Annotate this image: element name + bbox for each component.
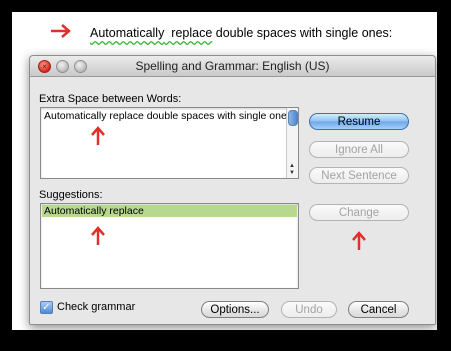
suggestions-list[interactable]: Automatically replace (40, 203, 299, 289)
up-arrow-annotation-icon (91, 226, 105, 245)
title-bar: × Spelling and Grammar: English (US) (30, 56, 435, 77)
issue-label: Extra Space between Words: (39, 93, 182, 105)
issue-scrollbar[interactable]: ▲ ▼ (286, 108, 298, 178)
sentence-rest: double spaces with single ones: (212, 26, 393, 40)
ignore-all-button[interactable]: Ignore All (309, 141, 409, 158)
spelling-grammar-dialog: × Spelling and Grammar: English (US) Ext… (29, 55, 436, 325)
check-icon: ✓ (42, 302, 51, 313)
scroll-thumb[interactable] (288, 110, 298, 126)
up-arrow-annotation-icon (352, 231, 366, 250)
check-grammar-label: Check grammar (57, 301, 136, 313)
check-grammar-checkbox[interactable]: ✓ (40, 301, 53, 314)
options-button[interactable]: Options... (201, 301, 269, 318)
change-button[interactable]: Change (309, 204, 409, 221)
issue-text: Automatically replace double spaces with… (44, 110, 295, 122)
scroll-down-icon[interactable]: ▼ (289, 170, 295, 176)
issue-textbox[interactable]: Automatically replace double spaces with… (40, 107, 299, 179)
suggestions-label: Suggestions: (39, 189, 103, 201)
right-arrow-annotation-icon (51, 24, 71, 38)
document-canvas: Automatically replace double spaces with… (12, 12, 437, 330)
document-sentence: Automatically replace double spaces with… (90, 26, 392, 40)
window-title: Spelling and Grammar: English (US) (135, 59, 330, 73)
resume-button[interactable]: Resume (309, 113, 409, 130)
flagged-word-2: replace (171, 26, 213, 40)
up-arrow-annotation-icon (91, 126, 105, 145)
next-sentence-button[interactable]: Next Sentence (309, 167, 409, 184)
suggestion-item-label: Automatically replace (44, 205, 144, 217)
suggestion-item[interactable]: Automatically replace (42, 205, 297, 217)
undo-button[interactable]: Undo (281, 301, 337, 318)
flagged-word-1: Automatically (90, 26, 165, 40)
scroll-up-icon[interactable]: ▲ (289, 163, 295, 169)
cancel-button[interactable]: Cancel (348, 301, 409, 318)
